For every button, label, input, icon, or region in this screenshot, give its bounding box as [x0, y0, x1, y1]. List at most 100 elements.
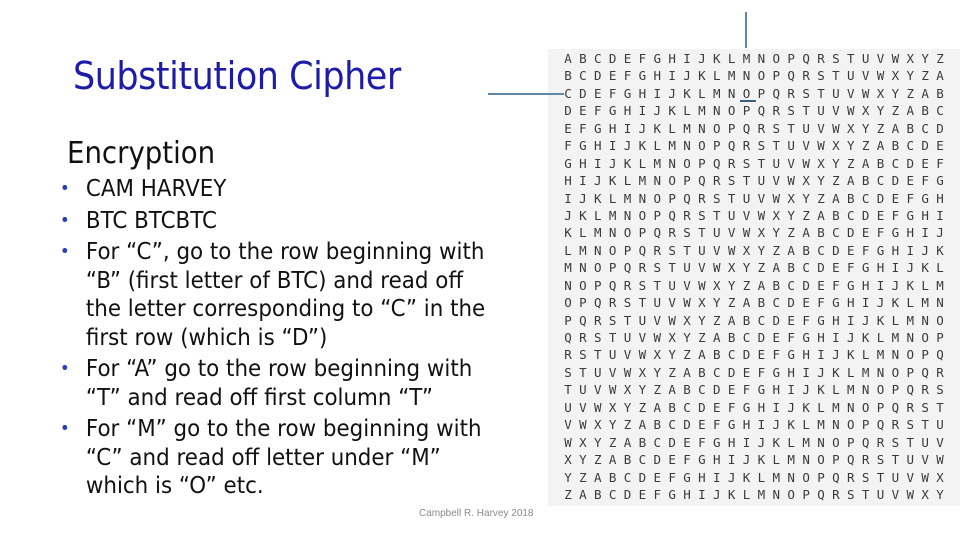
bullet-text-line: “C” and read off letter under “M”	[85, 444, 441, 471]
cipher-cell: G	[802, 330, 810, 346]
cipher-cell: T	[683, 242, 691, 258]
cipher-cell: H	[608, 120, 617, 136]
cipher-cell: F	[683, 452, 691, 468]
cipher-cell: U	[876, 487, 885, 502]
bullet-item: • For “M” go to the row beginning with “C”…	[58, 415, 523, 501]
cipher-cell: I	[921, 225, 929, 241]
cipher-cell: A	[757, 277, 766, 293]
cipher-cell: Y	[564, 469, 572, 485]
cipher-cell: J	[564, 207, 572, 223]
cipher-cell: L	[713, 68, 721, 84]
cipher-cell: X	[846, 120, 855, 136]
cipher-cell: F	[653, 487, 662, 502]
cipher-cell: V	[698, 260, 706, 276]
cipher-cell: O	[698, 138, 706, 154]
cipher-cell: W	[876, 68, 885, 84]
cipher-cell: P	[653, 207, 662, 223]
cipher-cell: O	[668, 173, 676, 189]
bullet-icon: •	[59, 209, 70, 231]
cipher-cell: Y	[906, 68, 914, 84]
cipher-cell: O	[906, 347, 914, 363]
cipher-cell: B	[861, 173, 870, 189]
cipher-cell: V	[832, 103, 840, 119]
cipher-cell: P	[936, 330, 944, 346]
cipher-cell: Y	[668, 347, 676, 363]
cipher-cell: U	[861, 51, 870, 66]
cipher-cell: L	[653, 138, 662, 154]
cipher-cell: T	[906, 434, 914, 450]
cipher-cell: T	[742, 173, 751, 189]
cipher-cell: Q	[757, 103, 766, 119]
cipher-cell: C	[832, 225, 840, 241]
cipher-cell: D	[832, 242, 840, 258]
cipher-cell: V	[727, 225, 736, 241]
cipher-cell: K	[787, 417, 795, 433]
cipher-cell: W	[668, 312, 676, 328]
cipher-cell: R	[906, 399, 914, 415]
cipher-cell: X	[593, 417, 602, 433]
cipher-cell: Z	[906, 85, 914, 101]
cipher-cell: R	[876, 434, 885, 450]
cipher-cell: Z	[817, 190, 825, 206]
cipher-cell: T	[802, 103, 810, 119]
cipher-cell: W	[638, 347, 647, 363]
cipher-cell: D	[891, 173, 900, 189]
cipher-cell: Q	[638, 242, 647, 258]
cipher-cell: H	[713, 452, 721, 468]
cipher-cell: H	[757, 399, 766, 415]
cipher-cell: K	[713, 51, 721, 66]
cipher-cell: P	[698, 155, 706, 171]
cipher-cell: X	[623, 382, 632, 398]
cipher-cell: W	[772, 190, 781, 206]
cipher-cell: J	[861, 312, 870, 328]
cipher-cell: G	[638, 68, 647, 84]
cipher-cell: F	[876, 225, 885, 241]
cipher-cell: H	[579, 155, 587, 171]
bullet-item: • For “C”, go to the row beginning with “B…	[58, 238, 523, 352]
cipher-cell: D	[772, 312, 781, 328]
cipher-cell: F	[564, 138, 572, 154]
cipher-cell: M	[906, 312, 914, 328]
cipher-cell: N	[936, 295, 944, 311]
cipher-cell: H	[772, 382, 781, 398]
cipher-cell: N	[906, 330, 914, 346]
cipher-cell: S	[921, 399, 929, 415]
bullet-icon: •	[59, 418, 70, 439]
cipher-cell: G	[593, 120, 602, 136]
cipher-cell: T	[608, 330, 617, 346]
cipher-cell: O	[861, 399, 870, 415]
cipher-cell: M	[936, 277, 944, 293]
cipher-cell: U	[713, 225, 721, 241]
cipher-cell: R	[891, 417, 900, 433]
cipher-cell: I	[846, 312, 855, 328]
cipher-cell: N	[817, 434, 825, 450]
cipher-cell: J	[683, 68, 691, 84]
cipher-cell: H	[698, 469, 706, 485]
cipher-cell: S	[757, 138, 766, 154]
cipher-cell: U	[638, 312, 647, 328]
cipher-cell: Q	[683, 190, 691, 206]
cipher-cell: L	[846, 364, 855, 380]
cipher-cell: Y	[683, 330, 691, 346]
cipher-cell: A	[564, 51, 572, 66]
cipher-cell: C	[846, 207, 855, 223]
cipher-cell: D	[668, 434, 676, 450]
cipher-cell: Y	[653, 364, 662, 380]
cipher-cell: O	[713, 120, 721, 136]
cipher-cell: Y	[638, 382, 647, 398]
cipher-cell: I	[772, 399, 781, 415]
cipher-cell: Y	[698, 312, 706, 328]
cipher-cell: X	[638, 364, 647, 380]
cipher-cell: U	[593, 364, 602, 380]
cipher-cell: B	[787, 260, 795, 276]
cipher-cell: P	[832, 452, 840, 468]
bullet-icon: •	[59, 178, 70, 199]
cipher-cell: R	[787, 85, 795, 101]
cipher-cell: T	[727, 190, 736, 206]
cipher-cell: A	[623, 434, 632, 450]
cipher-cell: A	[846, 173, 855, 189]
cipher-cell: J	[593, 173, 602, 189]
cipher-cell: C	[727, 347, 736, 363]
cipher-cell: W	[757, 207, 766, 223]
cipher-cell: S	[698, 207, 706, 223]
